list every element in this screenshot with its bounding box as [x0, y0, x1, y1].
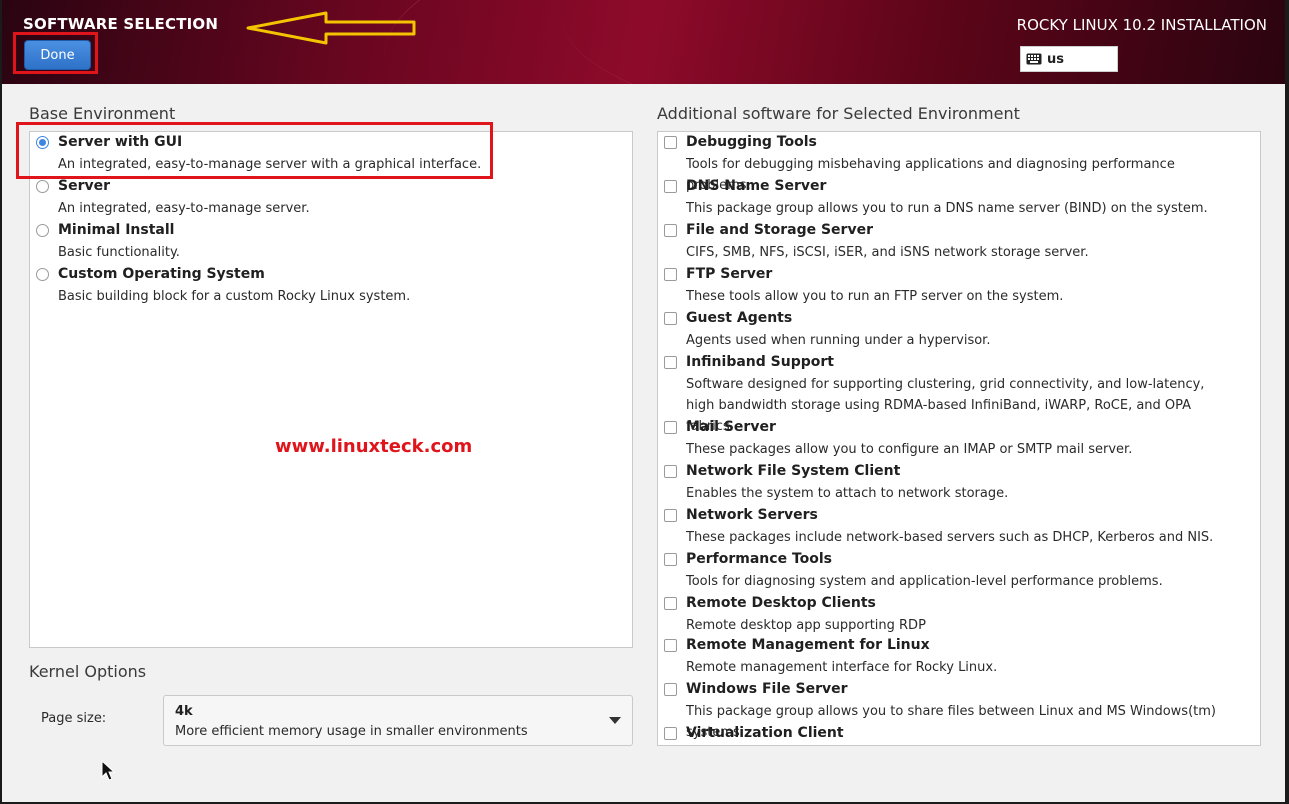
addon-item-desc: These packages allow you to configure an…: [686, 442, 1133, 457]
installer-window: SOFTWARE SELECTION Done ROCKY LINUX 10.2…: [2, 0, 1285, 802]
addon-item-title: FTP Server: [686, 266, 773, 282]
header-decoration: [555, 0, 1285, 84]
addon-item-title: Debugging Tools: [686, 134, 817, 150]
checkbox[interactable]: [664, 727, 677, 740]
checkbox[interactable]: [664, 421, 677, 434]
chevron-down-icon[interactable]: [609, 717, 621, 724]
checkbox[interactable]: [664, 268, 677, 281]
addon-item-title: Network File System Client: [686, 463, 901, 479]
checkbox[interactable]: [664, 356, 677, 369]
env-item-title: Custom Operating System: [58, 266, 265, 282]
addon-item-desc: Remote management interface for Rocky Li…: [686, 660, 998, 675]
checkbox[interactable]: [664, 312, 677, 325]
page-title: SOFTWARE SELECTION: [23, 15, 219, 33]
keyboard-icon: [1026, 53, 1042, 65]
addon-item-desc: Enables the system to attach to network …: [686, 486, 1009, 501]
addon-item-title: Infiniband Support: [686, 354, 834, 370]
addon-item-title: Mail Server: [686, 419, 776, 435]
addon-item-title: Guest Agents: [686, 310, 793, 326]
env-item-title: Minimal Install: [58, 222, 175, 238]
selection-highlight-box: [16, 122, 493, 179]
addon-item-desc: These packages include network-based ser…: [686, 530, 1214, 545]
checkbox[interactable]: [664, 639, 677, 652]
page-size-description: More efficient memory usage in smaller e…: [175, 724, 528, 739]
radio-button[interactable]: [36, 224, 49, 237]
addon-item-desc: Tools for diagnosing system and applicat…: [686, 574, 1163, 589]
radio-button[interactable]: [36, 268, 49, 281]
checkbox[interactable]: [664, 683, 677, 696]
kernel-options-label: Kernel Options: [29, 662, 147, 681]
page-size-dropdown[interactable]: 4k More efficient memory usage in smalle…: [163, 695, 633, 746]
addon-item-title: Remote Desktop Clients: [686, 595, 876, 611]
addon-item-desc: Remote desktop app supporting RDP: [686, 618, 926, 633]
checkbox[interactable]: [664, 509, 677, 522]
checkbox[interactable]: [664, 597, 677, 610]
addon-item-desc: CIFS, SMB, NFS, iSCSI, iSER, and iSNS ne…: [686, 245, 1089, 260]
page-size-label: Page size:: [41, 711, 107, 726]
base-environment-label: Base Environment: [29, 104, 176, 123]
header-bar: SOFTWARE SELECTION Done ROCKY LINUX 10.2…: [2, 0, 1285, 84]
addon-item-title: DNS Name Server: [686, 178, 827, 194]
checkbox[interactable]: [664, 553, 677, 566]
keyboard-layout-label: us: [1047, 51, 1064, 67]
base-environment-list: Server with GUI An integrated, easy-to-m…: [29, 131, 633, 648]
addon-item-title: Windows File Server: [686, 681, 848, 697]
radio-button[interactable]: [36, 180, 49, 193]
addon-item-title: Virtualization Client: [686, 725, 844, 741]
env-item-title: Server: [58, 178, 111, 194]
done-button[interactable]: Done: [24, 40, 91, 70]
env-item-desc: Basic building block for a custom Rocky …: [58, 289, 411, 304]
annotation-arrow-icon: [246, 11, 416, 45]
addon-item-desc: These tools allow you to run an FTP serv…: [686, 289, 1064, 304]
checkbox[interactable]: [664, 465, 677, 478]
additional-software-label: Additional software for Selected Environ…: [657, 104, 1020, 123]
page-size-value: 4k: [175, 704, 193, 719]
addon-item-title: Remote Management for Linux: [686, 637, 930, 653]
env-item-desc: An integrated, easy-to-manage server.: [58, 201, 310, 216]
checkbox[interactable]: [664, 180, 677, 193]
watermark-text: www.linuxteck.com: [275, 436, 473, 457]
keyboard-layout-indicator[interactable]: us: [1020, 46, 1118, 72]
addon-item-desc: This package group allows you to run a D…: [686, 201, 1208, 216]
addon-item-title: Performance Tools: [686, 551, 833, 567]
install-title: ROCKY LINUX 10.2 INSTALLATION: [1016, 16, 1267, 34]
checkbox[interactable]: [664, 224, 677, 237]
addon-item-title: File and Storage Server: [686, 222, 873, 238]
mouse-pointer-icon: [101, 760, 115, 781]
addon-item-desc: Agents used when running under a hypervi…: [686, 333, 991, 348]
env-item-desc: Basic functionality.: [58, 245, 180, 260]
checkbox[interactable]: [664, 136, 677, 149]
addon-item-title: Network Servers: [686, 507, 818, 523]
additional-software-list: Debugging Tools Tools for debugging misb…: [657, 131, 1261, 746]
